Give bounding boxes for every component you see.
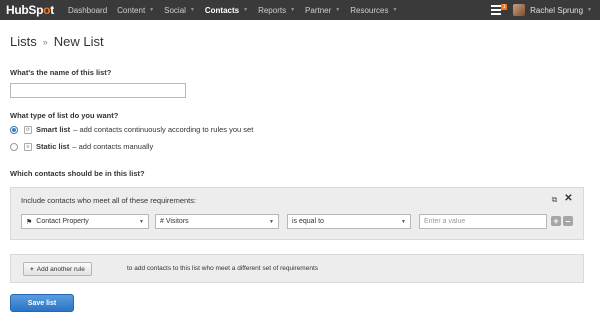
notification-badge: 1 <box>501 4 508 10</box>
close-icon[interactable]: ✕ <box>564 194 573 204</box>
add-rule-panel: + Add another rule to add contacts to th… <box>10 254 584 283</box>
smart-list-option[interactable]: ⟳ Smart list – add contacts continuously… <box>10 125 253 134</box>
remove-condition-button[interactable]: – <box>563 216 573 226</box>
requirements-title: Include contacts who meet all of these r… <box>21 196 197 205</box>
logo-text-end: t <box>50 3 54 17</box>
hubspot-logo[interactable]: HubSpot <box>6 3 68 17</box>
operator-select[interactable]: is equal to ▼ <box>287 214 411 229</box>
breadcrumb-current: New List <box>53 34 104 49</box>
chevron-down-icon: ▼ <box>243 7 249 13</box>
chevron-down-icon[interactable]: ▼ <box>587 7 592 13</box>
list-name-input[interactable] <box>10 83 186 98</box>
filter-type-value: Contact Property <box>36 218 89 225</box>
main-nav: Dashboard Content ▼ Social ▼ Contacts ▼ Rep… <box>68 0 407 20</box>
chevron-down-icon: ▼ <box>392 7 398 13</box>
chevron-down-icon: ▼ <box>189 7 195 13</box>
static-list-title: Static list <box>36 142 70 151</box>
top-navigation-bar: HubSpot Dashboard Content ▼ Social ▼ Conta… <box>0 0 600 20</box>
nav-contacts[interactable]: Contacts ▼ <box>205 6 248 15</box>
filter-value-input[interactable] <box>419 214 547 229</box>
add-rule-label: Add another rule <box>36 265 85 273</box>
plus-icon: + <box>30 265 34 273</box>
nav-content[interactable]: Content ▼ <box>117 6 154 15</box>
flag-icon: ⚑ <box>26 218 33 226</box>
chevron-down-icon: ▼ <box>149 7 155 13</box>
nav-partner[interactable]: Partner ▼ <box>305 6 340 15</box>
smart-list-icon: ⟳ <box>24 125 32 134</box>
operator-value: is equal to <box>292 218 324 225</box>
chevron-down-icon: ▼ <box>290 7 296 13</box>
chevron-down-icon: ▼ <box>335 7 341 13</box>
contacts-criteria-label: Which contacts should be in this list? <box>10 169 145 178</box>
user-name[interactable]: Rachel Sprung <box>530 6 583 15</box>
nav-social[interactable]: Social ▼ <box>164 6 195 15</box>
filter-type-select[interactable]: ⚑ Contact Property ▼ <box>21 214 149 229</box>
chevron-down-icon: ▼ <box>401 219 406 225</box>
avatar[interactable] <box>513 4 526 16</box>
copy-icon[interactable]: ⧉ <box>550 195 559 204</box>
nav-dashboard[interactable]: Dashboard <box>68 6 107 15</box>
breadcrumb-lists[interactable]: Lists <box>10 34 37 49</box>
add-rule-description: to add contacts to this list who meet a … <box>127 265 319 272</box>
static-list-option[interactable]: ≡ Static list – add contacts manually <box>10 142 153 151</box>
list-type-label: What type of list do you want? <box>10 111 119 120</box>
property-value: # Visitors <box>160 218 189 225</box>
smart-list-description: – add contacts continuously according to… <box>73 125 254 134</box>
smart-list-title: Smart list <box>36 125 71 134</box>
smart-list-radio[interactable] <box>10 125 18 134</box>
property-select[interactable]: # Visitors ▼ <box>155 214 279 229</box>
user-tools: 1 Rachel Sprung ▼ <box>491 0 600 20</box>
logo-text: HubSp <box>6 3 44 17</box>
chevron-down-icon: ▼ <box>139 219 144 225</box>
breadcrumb-separator: » <box>42 36 48 47</box>
static-list-radio[interactable] <box>10 142 18 151</box>
save-list-button[interactable]: Save list <box>10 294 74 312</box>
notifications-menu-icon[interactable]: 1 <box>491 4 508 15</box>
add-another-rule-button[interactable]: + Add another rule <box>23 262 92 276</box>
nav-resources[interactable]: Resources ▼ <box>350 6 397 15</box>
static-list-description: – add contacts manually <box>72 142 154 151</box>
add-condition-button[interactable]: + <box>551 216 561 226</box>
requirements-panel: Include contacts who meet all of these r… <box>10 187 584 240</box>
list-name-label: What's the name of this list? <box>10 68 112 77</box>
page-title: Lists » New List <box>10 34 104 49</box>
static-list-icon: ≡ <box>24 142 32 151</box>
nav-reports[interactable]: Reports ▼ <box>258 6 295 15</box>
chevron-down-icon: ▼ <box>269 219 274 225</box>
